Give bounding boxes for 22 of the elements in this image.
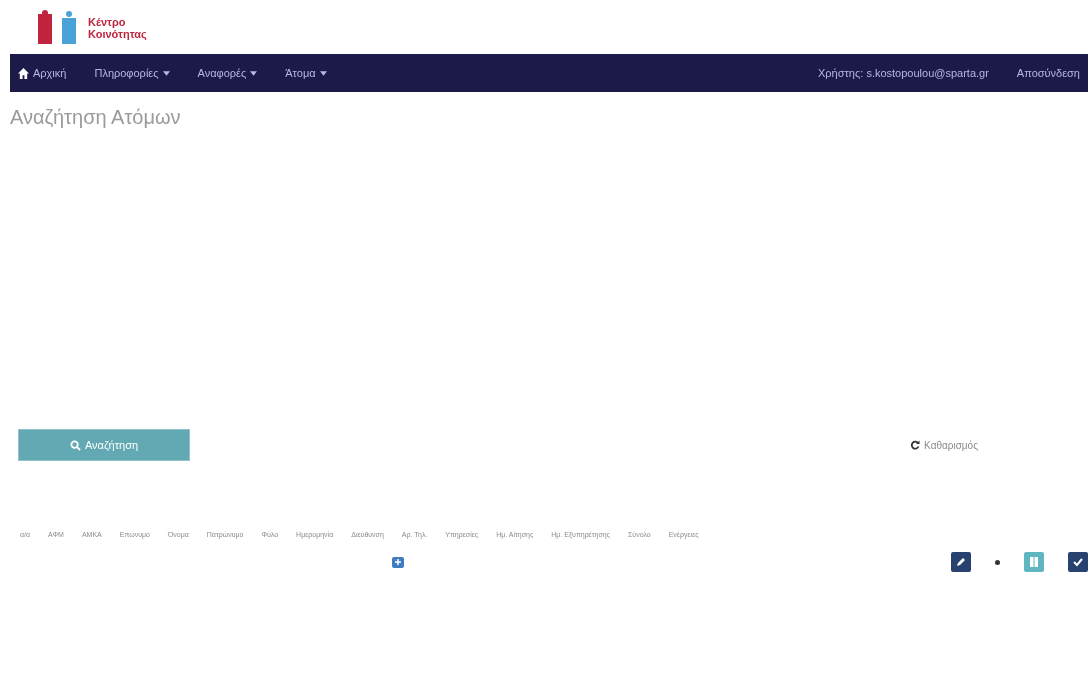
nav-link[interactable]: Αναφορές bbox=[197, 67, 258, 79]
expand-button[interactable] bbox=[392, 556, 404, 568]
nav-link[interactable]: Πληροφορίες bbox=[94, 67, 170, 79]
caret-icon bbox=[319, 70, 327, 76]
logout-link[interactable]: Αποσύνδεση bbox=[1016, 67, 1080, 79]
page-title: Αναζήτηση Ατόμων bbox=[10, 106, 182, 129]
caret-icon bbox=[250, 70, 258, 76]
plus-icon bbox=[395, 559, 401, 565]
check-button[interactable] bbox=[1068, 552, 1088, 572]
caret-icon bbox=[162, 70, 170, 76]
search-icon bbox=[69, 439, 81, 451]
check-icon bbox=[1073, 557, 1083, 567]
logo-text: Κέντρο Κοινότητας bbox=[88, 16, 147, 40]
user-link[interactable]: Χρήστης: s.kostopoulou@sparta.gr bbox=[818, 67, 989, 79]
dot-icon bbox=[995, 559, 1000, 565]
pencil-icon bbox=[956, 557, 966, 567]
nav-link[interactable]: Άτομα bbox=[285, 67, 327, 79]
refresh-icon bbox=[910, 440, 921, 450]
clear-link[interactable]: Καθαρισμός bbox=[910, 439, 978, 451]
home-icon bbox=[18, 67, 29, 79]
nav-link[interactable]: Αρχική bbox=[18, 67, 67, 79]
edit-button[interactable] bbox=[951, 552, 971, 572]
